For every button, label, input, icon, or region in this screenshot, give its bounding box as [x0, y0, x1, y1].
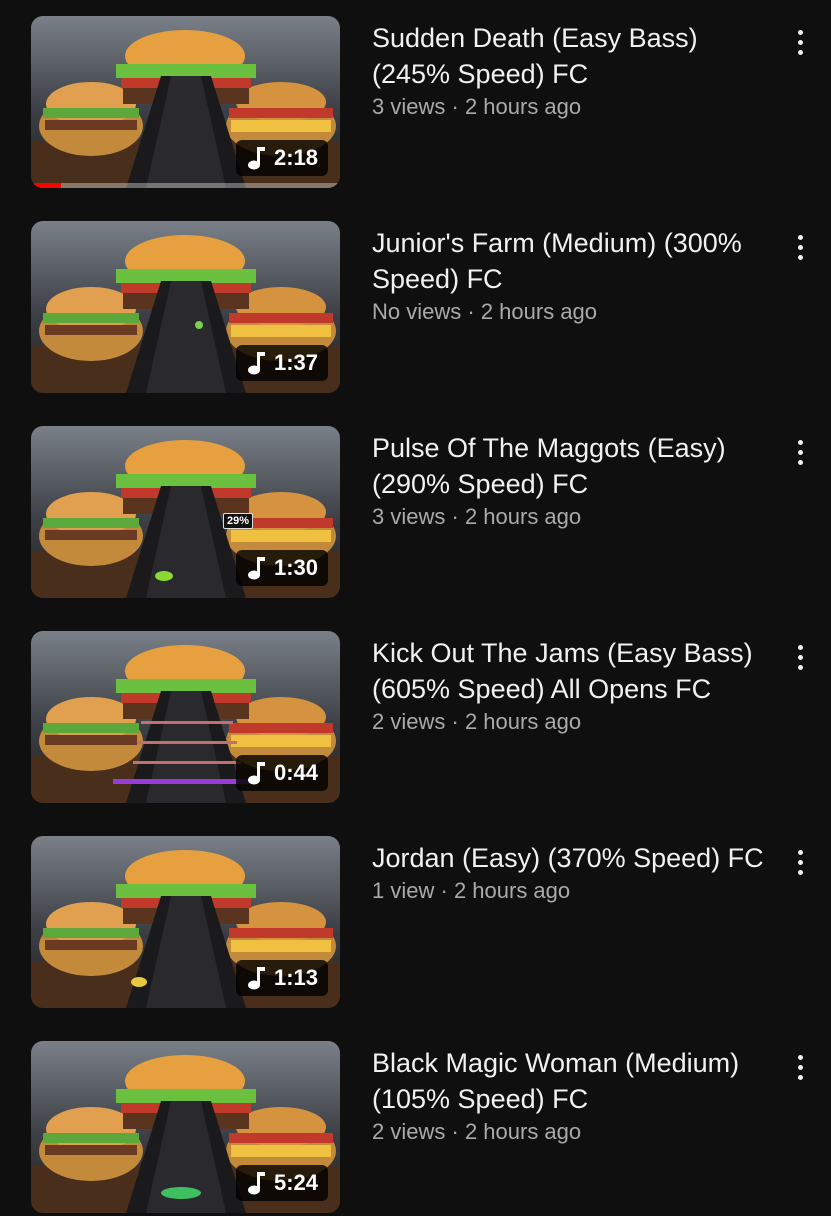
- upload-age: 2 hours ago: [464, 1119, 582, 1144]
- video-info[interactable]: Jordan (Easy) (370% Speed) FC 1 view · 2…: [372, 840, 777, 906]
- music-note-icon: [247, 147, 265, 170]
- percent-overlay: 29%: [223, 513, 254, 529]
- video-title[interactable]: Kick Out The Jams (Easy Bass) (605% Spee…: [372, 635, 777, 707]
- duration-badge: 5:24: [235, 1165, 328, 1201]
- video-thumbnail[interactable]: 1:37: [31, 221, 340, 393]
- view-count: No views: [372, 299, 462, 324]
- separator: ·: [451, 709, 459, 734]
- video-item[interactable]: 1:37 Junior's Farm (Medium) (300% Speed)…: [0, 221, 831, 396]
- duration-text: 5:24: [273, 1170, 318, 1195]
- video-item[interactable]: 2:18 Sudden Death (Easy Bass) (245% Spee…: [0, 16, 831, 191]
- more-vert-icon[interactable]: [788, 24, 812, 60]
- video-info[interactable]: Sudden Death (Easy Bass) (245% Speed) FC…: [372, 20, 777, 122]
- music-note-icon: [247, 762, 265, 785]
- more-vert-icon[interactable]: [788, 434, 812, 470]
- upload-age: 2 hours ago: [453, 878, 571, 903]
- more-vert-icon[interactable]: [788, 639, 812, 675]
- view-count: 3 views: [372, 504, 446, 529]
- video-thumbnail[interactable]: 0:44: [31, 631, 340, 803]
- video-meta: 3 views · 2 hours ago: [372, 502, 777, 532]
- music-note-icon: [247, 1172, 265, 1195]
- video-meta: 3 views · 2 hours ago: [372, 92, 777, 122]
- video-meta: 2 views · 2 hours ago: [372, 1117, 777, 1147]
- separator: ·: [451, 94, 459, 119]
- view-count: 2 views: [372, 709, 446, 734]
- video-thumbnail[interactable]: 29% 1:30: [31, 426, 340, 598]
- separator: ·: [451, 1119, 459, 1144]
- video-meta: 2 views · 2 hours ago: [372, 707, 777, 737]
- duration-text: 1:30: [273, 555, 318, 580]
- more-vert-icon[interactable]: [788, 229, 812, 265]
- duration-text: 1:13: [273, 965, 318, 990]
- duration-badge: 1:30: [235, 550, 328, 586]
- more-vert-icon[interactable]: [788, 844, 812, 880]
- duration-badge: 1:13: [235, 960, 328, 996]
- upload-age: 2 hours ago: [464, 709, 582, 734]
- music-note-icon: [247, 967, 265, 990]
- view-count: 2 views: [372, 1119, 446, 1144]
- duration-text: 2:18: [273, 145, 318, 170]
- upload-age: 2 hours ago: [464, 94, 582, 119]
- video-title[interactable]: Pulse Of The Maggots (Easy) (290% Speed)…: [372, 430, 777, 502]
- more-vert-icon[interactable]: [788, 1049, 812, 1085]
- upload-age: 2 hours ago: [464, 504, 582, 529]
- duration-badge: 2:18: [235, 140, 328, 176]
- video-info[interactable]: Kick Out The Jams (Easy Bass) (605% Spee…: [372, 635, 777, 737]
- separator: ·: [451, 504, 459, 529]
- video-meta: No views · 2 hours ago: [372, 297, 777, 327]
- music-note-icon: [247, 352, 265, 375]
- video-info[interactable]: Black Magic Woman (Medium) (105% Speed) …: [372, 1045, 777, 1147]
- video-item[interactable]: 5:24 Black Magic Woman (Medium) (105% Sp…: [0, 1041, 831, 1216]
- video-item[interactable]: 29% 1:30 Pulse Of The Maggots (Easy) (29…: [0, 426, 831, 601]
- video-item[interactable]: 1:13 Jordan (Easy) (370% Speed) FC 1 vie…: [0, 836, 831, 1011]
- video-thumbnail[interactable]: 2:18: [31, 16, 340, 188]
- view-count: 1 view: [372, 878, 435, 903]
- watch-progress-bar: [31, 183, 61, 188]
- duration-text: 1:37: [273, 350, 318, 375]
- video-info[interactable]: Pulse Of The Maggots (Easy) (290% Speed)…: [372, 430, 777, 532]
- video-title[interactable]: Sudden Death (Easy Bass) (245% Speed) FC: [372, 20, 777, 92]
- video-thumbnail[interactable]: 5:24: [31, 1041, 340, 1213]
- view-count: 3 views: [372, 94, 446, 119]
- separator: ·: [440, 878, 448, 903]
- separator: ·: [467, 299, 475, 324]
- video-title[interactable]: Jordan (Easy) (370% Speed) FC: [372, 840, 777, 876]
- duration-text: 0:44: [273, 760, 318, 785]
- video-title[interactable]: Junior's Farm (Medium) (300% Speed) FC: [372, 225, 777, 297]
- video-meta: 1 view · 2 hours ago: [372, 876, 777, 906]
- duration-badge: 1:37: [235, 345, 328, 381]
- duration-badge: 0:44: [235, 755, 328, 791]
- video-item[interactable]: 0:44 Kick Out The Jams (Easy Bass) (605%…: [0, 631, 831, 806]
- video-info[interactable]: Junior's Farm (Medium) (300% Speed) FC N…: [372, 225, 777, 327]
- watch-progress-track: [31, 183, 340, 188]
- video-thumbnail[interactable]: 1:13: [31, 836, 340, 1008]
- video-title[interactable]: Black Magic Woman (Medium) (105% Speed) …: [372, 1045, 777, 1117]
- upload-age: 2 hours ago: [480, 299, 598, 324]
- music-note-icon: [247, 557, 265, 580]
